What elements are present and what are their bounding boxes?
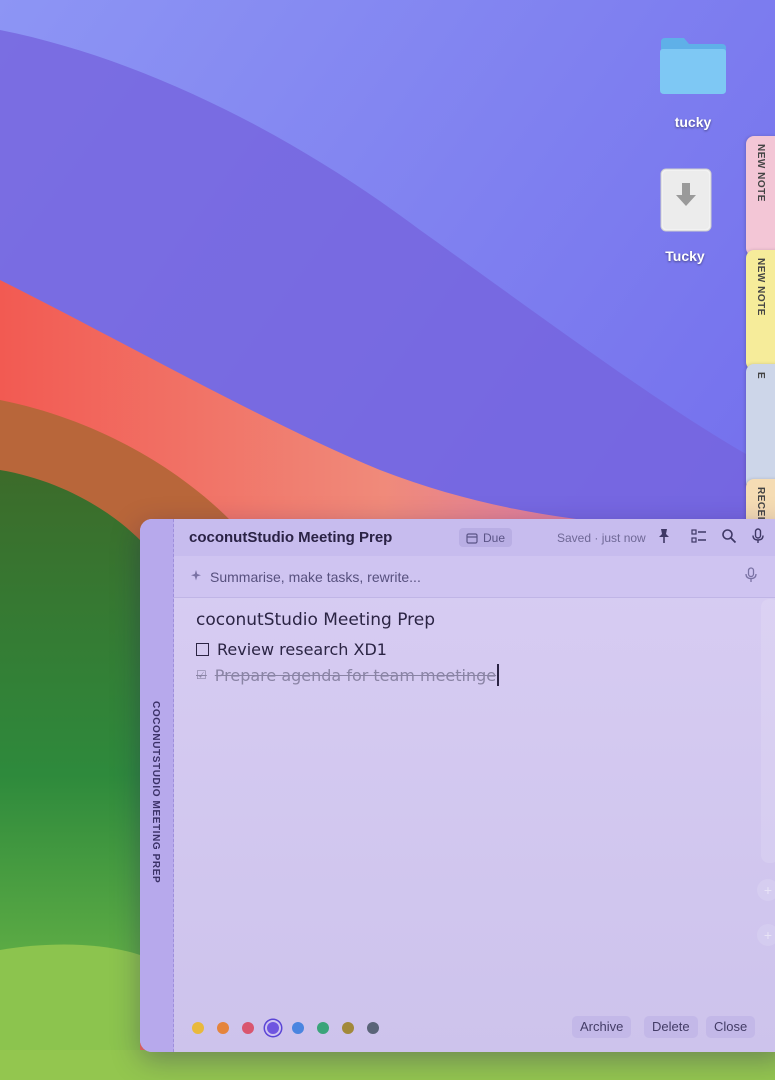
dictation-button[interactable] <box>750 528 768 546</box>
desktop-icon-folder[interactable]: tucky <box>658 36 728 130</box>
close-button[interactable]: Close <box>706 1016 756 1038</box>
note-editor[interactable]: coconutStudio Meeting Prep Review resear… <box>196 610 765 688</box>
folder-icon <box>660 38 726 94</box>
external-drive-icon <box>660 168 712 232</box>
pin-button[interactable] <box>656 528 674 546</box>
note-footer: Archive Delete Close <box>174 1012 775 1052</box>
search-button[interactable] <box>721 528 739 546</box>
note-spine[interactable]: COCONUTSTUDIO MEETING PREP <box>140 519 174 1052</box>
checklist-button[interactable] <box>691 528 709 546</box>
note-heading: coconutStudio Meeting Prep <box>196 610 436 630</box>
calendar-icon <box>466 532 478 544</box>
microphone-icon[interactable] <box>744 567 758 583</box>
task-item: Review research XD1 <box>196 636 765 662</box>
desktop-icon-drive[interactable]: Tucky <box>655 167 715 264</box>
side-tab-note[interactable]: NEW NOTE <box>746 136 775 256</box>
side-tab-label: RECEI <box>755 487 766 521</box>
side-tab-label: E <box>755 372 766 380</box>
archive-button[interactable]: Archive <box>572 1016 632 1038</box>
checkbox-unchecked-icon[interactable] <box>196 642 209 656</box>
scroll-track <box>761 599 775 863</box>
text-cursor <box>497 664 500 686</box>
color-swatch[interactable] <box>242 1022 254 1034</box>
delete-button[interactable]: Delete <box>644 1016 698 1038</box>
task-text: Review research XD1 <box>217 639 387 659</box>
pin-icon <box>659 529 669 543</box>
checklist-icon <box>691 529 706 543</box>
desktop-icon-label: Tucky <box>665 248 705 264</box>
side-tab-label: NEW NOTE <box>755 258 766 316</box>
save-status: Saved · just now <box>557 531 646 545</box>
sparkle-icon <box>191 570 201 581</box>
microphone-icon <box>752 528 764 543</box>
side-tab-note[interactable]: NEW NOTE <box>746 250 775 370</box>
plus-icon[interactable]: + <box>757 879 775 901</box>
desktop-icon-label: tucky <box>674 114 712 130</box>
ai-command-bar <box>174 556 775 598</box>
search-icon <box>722 529 737 544</box>
checkbox-checked-icon[interactable]: ☑ <box>196 668 207 682</box>
color-swatch[interactable] <box>367 1022 379 1034</box>
note-window: COCONUTSTUDIO MEETING PREP coconutStudio… <box>140 519 775 1052</box>
color-swatch[interactable] <box>292 1022 304 1034</box>
ai-prompt-input[interactable] <box>208 566 712 588</box>
due-label: Due <box>483 530 506 545</box>
plus-icon[interactable]: + <box>757 924 775 946</box>
note-titlebar: coconutStudio Meeting Prep Due Saved · j… <box>174 519 775 556</box>
color-swatch[interactable] <box>267 1022 279 1034</box>
side-tab-note[interactable]: E <box>746 364 775 490</box>
color-swatch[interactable] <box>192 1022 204 1034</box>
task-text: Prepare agenda for team meetinge <box>214 665 497 685</box>
color-swatch[interactable] <box>317 1022 329 1034</box>
color-swatch[interactable] <box>342 1022 354 1034</box>
due-button[interactable]: Due <box>459 528 513 547</box>
note-title[interactable]: coconutStudio Meeting Prep <box>189 529 392 546</box>
note-spine-label: COCONUTSTUDIO MEETING PREP <box>150 701 161 884</box>
task-item-done: ☑ Prepare agenda for team meetinge <box>196 662 765 688</box>
color-swatch[interactable] <box>217 1022 229 1034</box>
note-main: coconutStudio Meeting Prep Due Saved · j… <box>174 519 775 1052</box>
side-tab-label: NEW NOTE <box>755 144 766 202</box>
